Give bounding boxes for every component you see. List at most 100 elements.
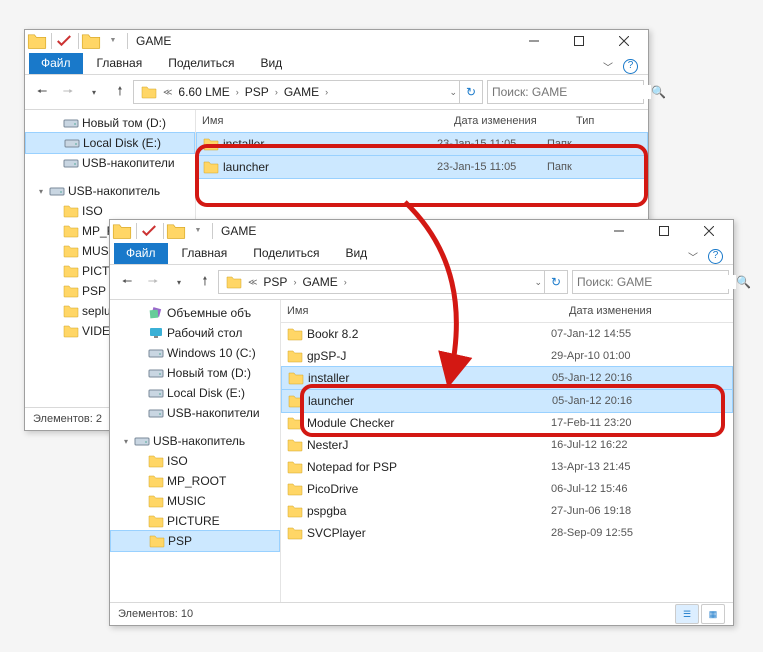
list-item[interactable]: launcher23-Jan-15 11:05Папк [196,155,648,179]
breadcrumb-item[interactable]: PSP [241,85,273,99]
back-button[interactable]: 🠔 [29,79,55,105]
tree-item[interactable]: ▾USB-накопитель [25,181,195,201]
help-icon[interactable]: ? [708,249,723,264]
expand-ribbon-icon[interactable]: ﹀ [688,249,698,264]
list-item[interactable]: installer23-Jan-15 11:05Папк [196,132,648,156]
breadcrumb-item[interactable]: GAME [298,275,341,289]
tab-view[interactable]: Вид [248,53,294,74]
maximize-button[interactable] [641,220,686,241]
tab-view[interactable]: Вид [333,243,379,264]
tab-share[interactable]: Поделиться [241,243,331,264]
new-folder-icon[interactable] [81,31,101,51]
list-item[interactable]: PicoDrive06-Jul-12 15:46 [281,478,733,500]
qat-dropdown-icon[interactable]: ▼ [103,31,123,51]
new-folder-icon[interactable] [166,221,186,241]
tree-item[interactable]: ISO [110,451,280,471]
view-details-button[interactable]: ☰ [675,604,699,624]
list-item[interactable]: pspgba27-Jun-06 19:18 [281,500,733,522]
breadcrumb-item[interactable]: 6.60 LME [174,85,233,99]
search-box[interactable]: 🔍 [572,270,729,294]
search-box[interactable]: 🔍 [487,80,644,104]
tree-item[interactable]: ISO [25,201,195,221]
recent-button[interactable]: ▾ [81,79,107,105]
dropdown-icon[interactable]: ⌄ [532,277,544,288]
maximize-button[interactable] [556,30,601,51]
chevron-right-icon[interactable]: › [234,87,241,97]
column-headers[interactable]: Имя Дата изменения [281,300,733,323]
list-item[interactable]: gpSP-J29-Apr-10 01:00 [281,345,733,367]
breadcrumb[interactable]: ≪ PSP › GAME › ⌄ ↻ [218,270,568,294]
refresh-icon[interactable]: ↻ [459,81,482,103]
close-button[interactable] [601,30,646,51]
tree-item[interactable]: Объемные объ [110,303,280,323]
help-icon[interactable]: ? [623,59,638,74]
recent-button[interactable]: ▾ [166,269,192,295]
tree-item[interactable]: MP_ROOT [110,471,280,491]
up-button[interactable]: 🠕 [192,269,218,295]
breadcrumb-item[interactable]: PSP [259,275,291,289]
list-item[interactable]: NesterJ16-Jul-12 16:22 [281,434,733,456]
view-icons-button[interactable]: ▦ [701,604,725,624]
search-input[interactable] [573,275,736,289]
properties-icon[interactable] [54,31,74,51]
titlebar[interactable]: ▼ GAME [110,220,733,241]
breadcrumb-root[interactable] [222,274,246,290]
search-input[interactable] [488,85,651,99]
refresh-icon[interactable]: ↻ [544,271,567,293]
list-item[interactable]: Module Checker17-Feb-11 23:20 [281,412,733,434]
list-item[interactable]: launcher05-Jan-12 20:16 [281,389,733,413]
tree-item[interactable]: Новый том (D:) [110,363,280,383]
col-date[interactable]: Дата изменения [563,305,705,317]
tree-item[interactable]: USB-накопители [110,403,280,423]
expand-icon[interactable]: ▾ [124,437,134,446]
tree-item[interactable]: PSP [110,530,280,552]
tree-item[interactable]: Local Disk (E:) [25,132,195,154]
tab-file[interactable]: Файл [29,53,83,74]
list-item[interactable]: Bookr 8.207-Jan-12 14:55 [281,323,733,345]
tab-home[interactable]: Главная [170,243,240,264]
chevron-right-icon[interactable]: › [273,87,280,97]
chevron-icon[interactable]: ≪ [246,277,259,288]
tree-item[interactable]: Windows 10 (C:) [110,343,280,363]
tab-home[interactable]: Главная [85,53,155,74]
tree-item[interactable]: PICTURE [110,511,280,531]
col-date[interactable]: Дата изменения [448,115,570,127]
search-icon[interactable]: 🔍 [651,85,666,99]
column-headers[interactable]: Имя Дата изменения Тип [196,110,648,133]
minimize-button[interactable] [511,30,556,51]
chevron-icon[interactable]: ≪ [161,87,174,98]
breadcrumb[interactable]: ≪ 6.60 LME › PSP › GAME › ⌄ ↻ [133,80,483,104]
chevron-right-icon[interactable]: › [342,277,349,287]
expand-icon[interactable]: ▾ [39,187,49,196]
tree-item[interactable]: Рабочий стол [110,323,280,343]
minimize-button[interactable] [596,220,641,241]
col-type[interactable]: Тип [570,115,642,127]
search-icon[interactable]: 🔍 [736,275,751,289]
col-name[interactable]: Имя [196,115,448,127]
file-list[interactable]: Имя Дата изменения Bookr 8.207-Jan-12 14… [281,300,733,602]
list-item[interactable]: Notepad for PSP13-Apr-13 21:45 [281,456,733,478]
tree-item[interactable]: MUSIC [110,491,280,511]
up-button[interactable]: 🠕 [107,79,133,105]
back-button[interactable]: 🠔 [114,269,140,295]
list-item[interactable]: SVCPlayer28-Sep-09 12:55 [281,522,733,544]
chevron-right-icon[interactable]: › [291,277,298,287]
tab-file[interactable]: Файл [114,243,168,264]
navigation-tree[interactable]: Объемные объРабочий столWindows 10 (C:)Н… [110,300,281,602]
breadcrumb-root[interactable] [137,84,161,100]
list-item[interactable]: installer05-Jan-12 20:16 [281,366,733,390]
breadcrumb-item[interactable]: GAME [280,85,323,99]
chevron-right-icon[interactable]: › [323,87,330,97]
close-button[interactable] [686,220,731,241]
tab-share[interactable]: Поделиться [156,53,246,74]
col-name[interactable]: Имя [281,305,563,317]
tree-item[interactable]: ▾USB-накопитель [110,431,280,451]
tree-item[interactable]: USB-накопители [25,153,195,173]
qat-dropdown-icon[interactable]: ▼ [188,221,208,241]
dropdown-icon[interactable]: ⌄ [447,87,459,98]
properties-icon[interactable] [139,221,159,241]
tree-item[interactable]: Local Disk (E:) [110,383,280,403]
tree-item[interactable]: Новый том (D:) [25,113,195,133]
titlebar[interactable]: ▼ GAME [25,30,648,51]
expand-ribbon-icon[interactable]: ﹀ [603,59,613,74]
